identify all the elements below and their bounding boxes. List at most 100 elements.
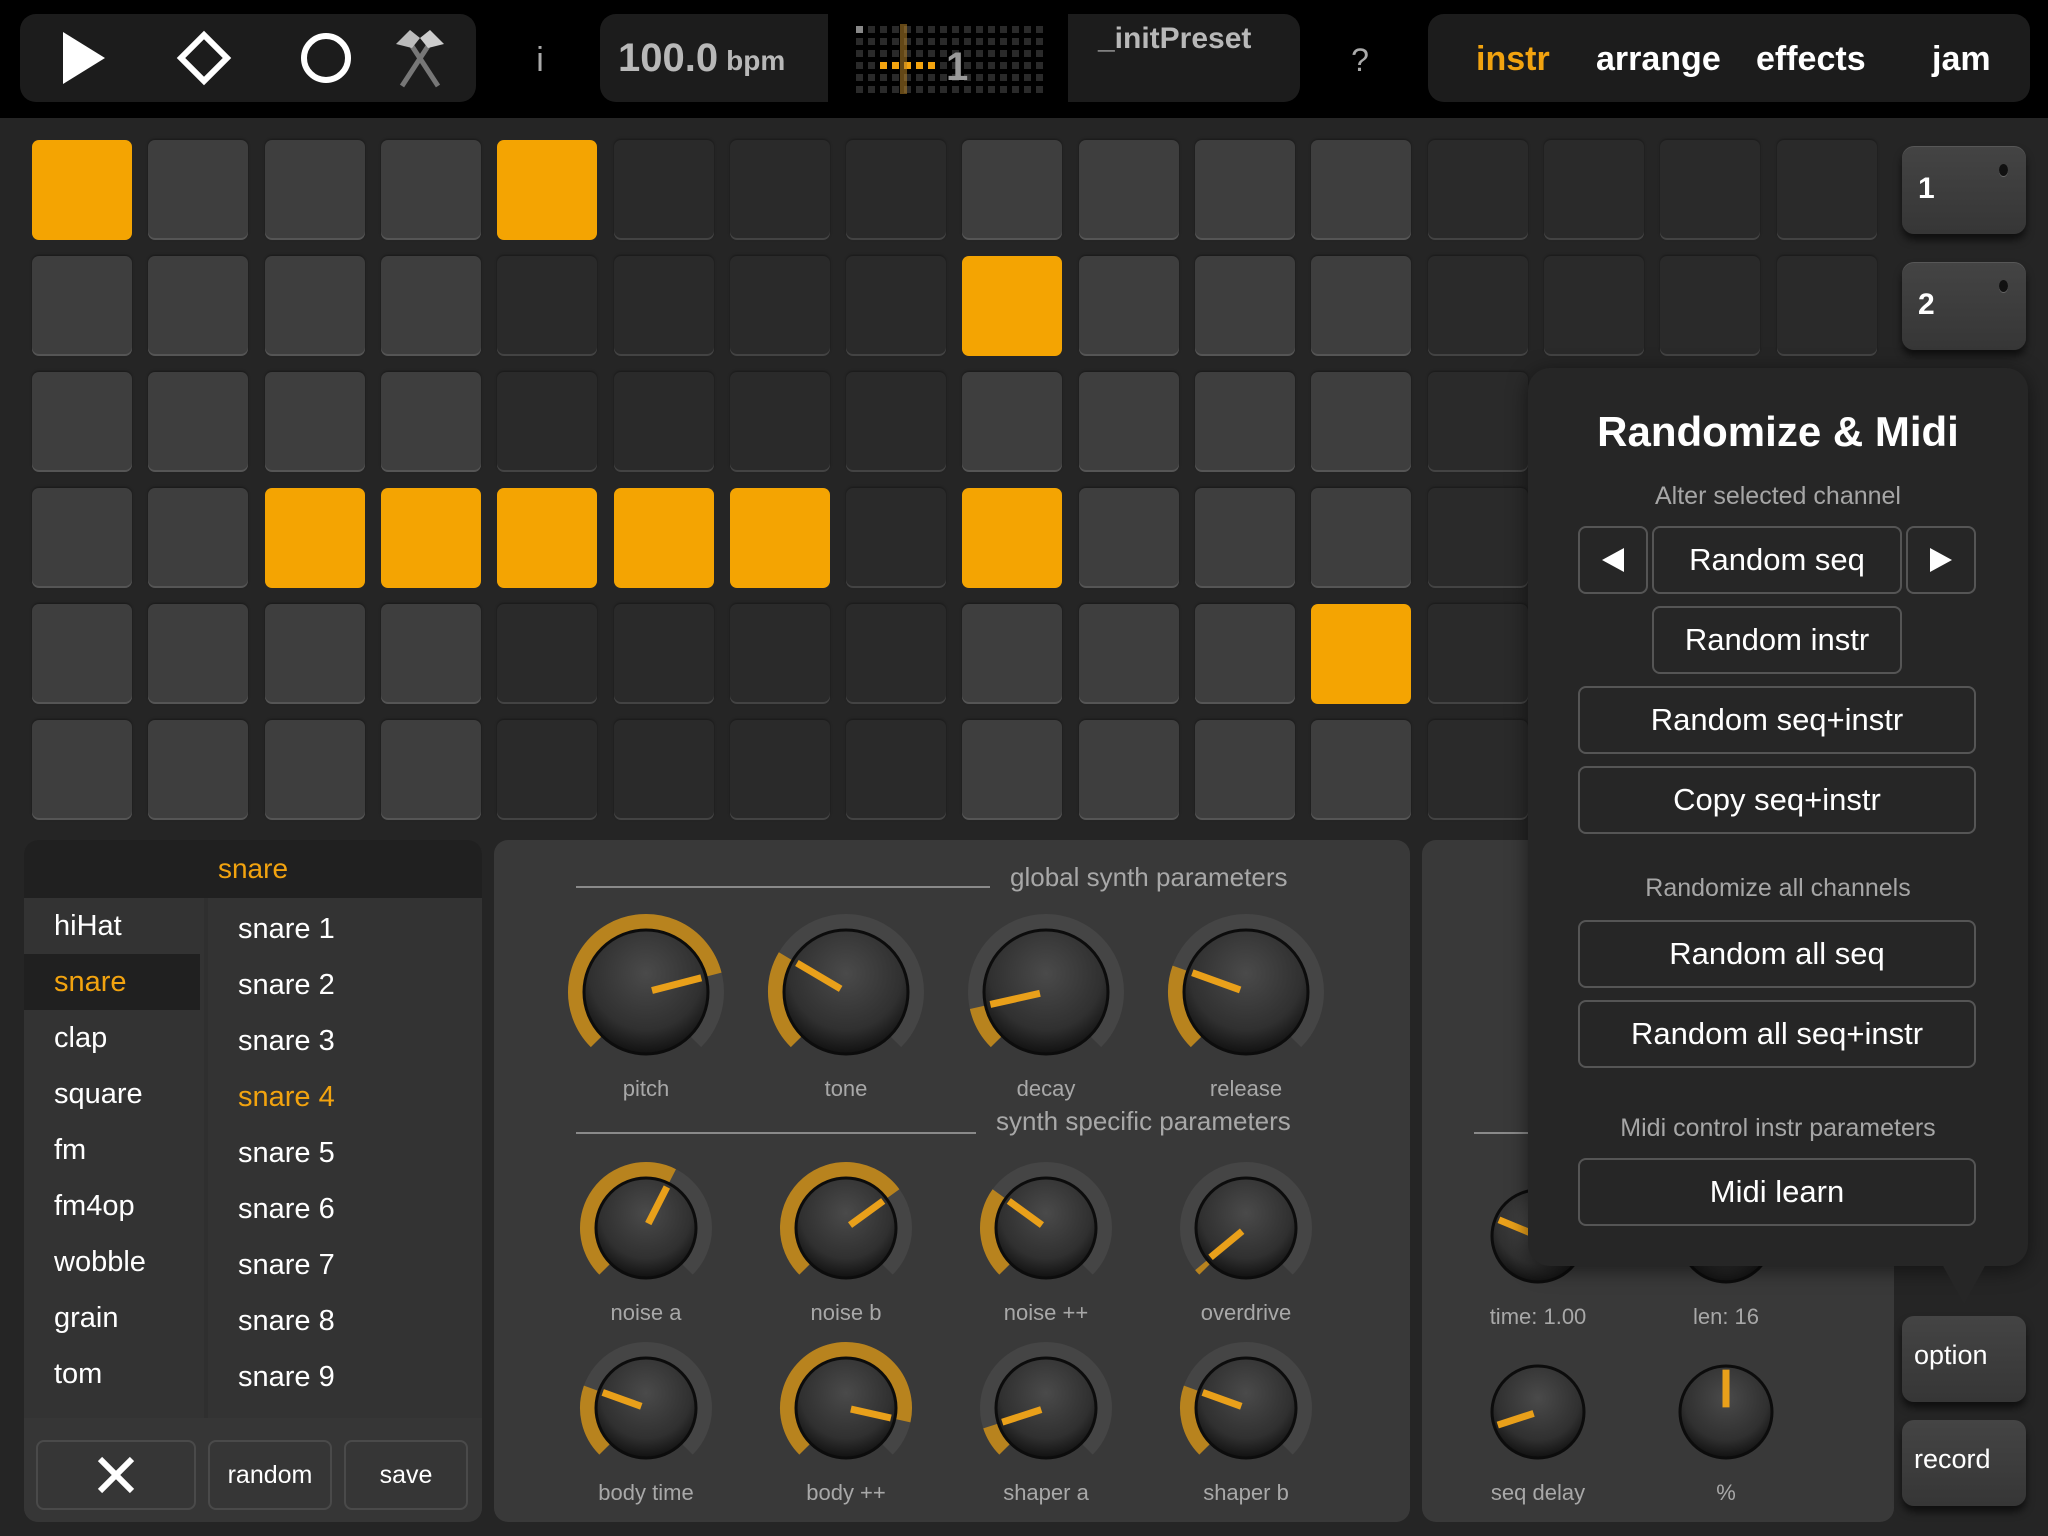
step-cell[interactable] — [613, 256, 714, 356]
step-cell[interactable] — [32, 256, 132, 356]
step-cell[interactable] — [729, 256, 830, 356]
step-cell[interactable] — [32, 604, 132, 704]
category-item[interactable]: wobble — [24, 1234, 200, 1290]
knob-shaper-a[interactable] — [972, 1334, 1120, 1482]
tab-jam[interactable]: jam — [1932, 14, 1991, 102]
knob-body-time[interactable] — [572, 1334, 720, 1482]
step-cell[interactable] — [264, 720, 365, 820]
pattern-button[interactable] — [154, 14, 254, 102]
step-cell[interactable] — [1543, 140, 1644, 240]
preset-item[interactable]: snare 4 — [208, 1066, 482, 1122]
pattern-position-display[interactable]: 1 — [850, 22, 1046, 96]
step-cell[interactable] — [497, 604, 598, 704]
step-cell[interactable] — [962, 140, 1063, 240]
category-item[interactable]: clap — [24, 1010, 200, 1066]
step-cell[interactable] — [1195, 604, 1295, 704]
copy-seq-instr-button[interactable]: Copy seq+instr — [1578, 766, 1976, 834]
step-cell[interactable] — [264, 256, 365, 356]
preset-item[interactable]: snare 8 — [208, 1290, 482, 1346]
option-button[interactable]: option — [1902, 1316, 2026, 1402]
step-cell[interactable] — [962, 256, 1063, 356]
step-cell[interactable] — [380, 720, 481, 820]
step-cell[interactable] — [729, 372, 830, 472]
previous-mode-button[interactable] — [1578, 526, 1648, 594]
knob-noise-[interactable] — [972, 1154, 1120, 1302]
step-cell[interactable] — [497, 372, 598, 472]
step-cell[interactable] — [962, 720, 1063, 820]
step-cell[interactable] — [1776, 140, 1877, 240]
step-cell[interactable] — [1311, 140, 1412, 240]
channel-button-2[interactable]: 2 — [1902, 262, 2026, 350]
step-cell[interactable] — [1776, 256, 1877, 356]
step-cell[interactable] — [32, 720, 132, 820]
step-cell[interactable] — [1078, 256, 1179, 356]
step-cell[interactable] — [1311, 372, 1412, 472]
knob-body-[interactable] — [772, 1334, 920, 1482]
step-cell[interactable] — [264, 604, 365, 704]
step-cell[interactable] — [380, 372, 481, 472]
step-cell[interactable] — [1427, 720, 1528, 820]
step-cell[interactable] — [1427, 140, 1528, 240]
step-cell[interactable] — [1311, 720, 1412, 820]
step-cell[interactable] — [1427, 604, 1528, 704]
knob-seq-2[interactable] — [1468, 1342, 1608, 1482]
step-cell[interactable] — [497, 256, 598, 356]
step-cell[interactable] — [148, 488, 249, 588]
step-cell[interactable] — [1078, 488, 1179, 588]
tools-button[interactable] — [370, 14, 470, 102]
step-cell[interactable] — [1078, 604, 1179, 704]
category-item[interactable]: hiHat — [24, 898, 200, 954]
step-cell[interactable] — [264, 372, 365, 472]
step-cell[interactable] — [846, 140, 947, 240]
step-cell[interactable] — [380, 488, 481, 588]
next-mode-button[interactable] — [1906, 526, 1976, 594]
step-cell[interactable] — [613, 372, 714, 472]
preset-item[interactable]: snare 6 — [208, 1178, 482, 1234]
step-cell[interactable] — [380, 256, 481, 356]
step-cell[interactable] — [846, 604, 947, 704]
step-cell[interactable] — [962, 488, 1063, 588]
step-cell[interactable] — [729, 488, 830, 588]
preset-item[interactable]: snare 2 — [208, 954, 482, 1010]
category-item[interactable]: square — [24, 1066, 200, 1122]
step-cell[interactable] — [1195, 720, 1295, 820]
category-list[interactable]: hiHat snare clap square fm fm4op wobble grain to… — [24, 898, 200, 1418]
step-cell[interactable] — [1195, 488, 1295, 588]
step-cell[interactable] — [1543, 256, 1644, 356]
step-cell[interactable] — [1427, 256, 1528, 356]
step-cell[interactable] — [32, 372, 132, 472]
step-cell[interactable] — [32, 488, 132, 588]
preset-item[interactable]: snl-ofi1a — [208, 1402, 482, 1418]
knob-seq-3[interactable] — [1656, 1342, 1796, 1482]
preset-list[interactable]: snare 1 snare 2 snare 3 snare 4 snare 5 snare… — [204, 898, 482, 1418]
knob-noise-b[interactable] — [772, 1154, 920, 1302]
channel-button-1[interactable]: 1 — [1902, 146, 2026, 234]
random-all-seq-button[interactable]: Random all seq — [1578, 920, 1976, 988]
step-cell[interactable] — [846, 372, 947, 472]
step-cell[interactable] — [497, 720, 598, 820]
step-cell[interactable] — [264, 488, 365, 588]
step-cell[interactable] — [962, 604, 1063, 704]
step-cell[interactable] — [1311, 604, 1412, 704]
category-item[interactable]: fm — [24, 1122, 200, 1178]
category-item[interactable]: fm4op — [24, 1178, 200, 1234]
step-cell[interactable] — [148, 256, 249, 356]
record-button[interactable]: record — [1902, 1420, 2026, 1506]
step-cell[interactable] — [497, 140, 598, 240]
bpm-display[interactable]: 100.0 bpm — [600, 14, 828, 102]
tab-arrange[interactable]: arrange — [1596, 14, 1721, 102]
preset-item[interactable]: snare 9 — [208, 1346, 482, 1402]
knob-pitch[interactable] — [560, 906, 732, 1078]
help-button[interactable]: ? — [1340, 30, 1380, 90]
step-cell[interactable] — [1078, 140, 1179, 240]
step-cell[interactable] — [1195, 372, 1295, 472]
step-cell[interactable] — [729, 720, 830, 820]
step-cell[interactable] — [1195, 140, 1295, 240]
step-cell[interactable] — [613, 140, 714, 240]
knob-release[interactable] — [1160, 906, 1332, 1078]
info-button[interactable]: i — [520, 30, 560, 90]
random-seq-button[interactable]: Random seq — [1652, 526, 1902, 594]
step-cell[interactable] — [1427, 372, 1528, 472]
step-cell[interactable] — [148, 604, 249, 704]
step-cell[interactable] — [1195, 256, 1295, 356]
